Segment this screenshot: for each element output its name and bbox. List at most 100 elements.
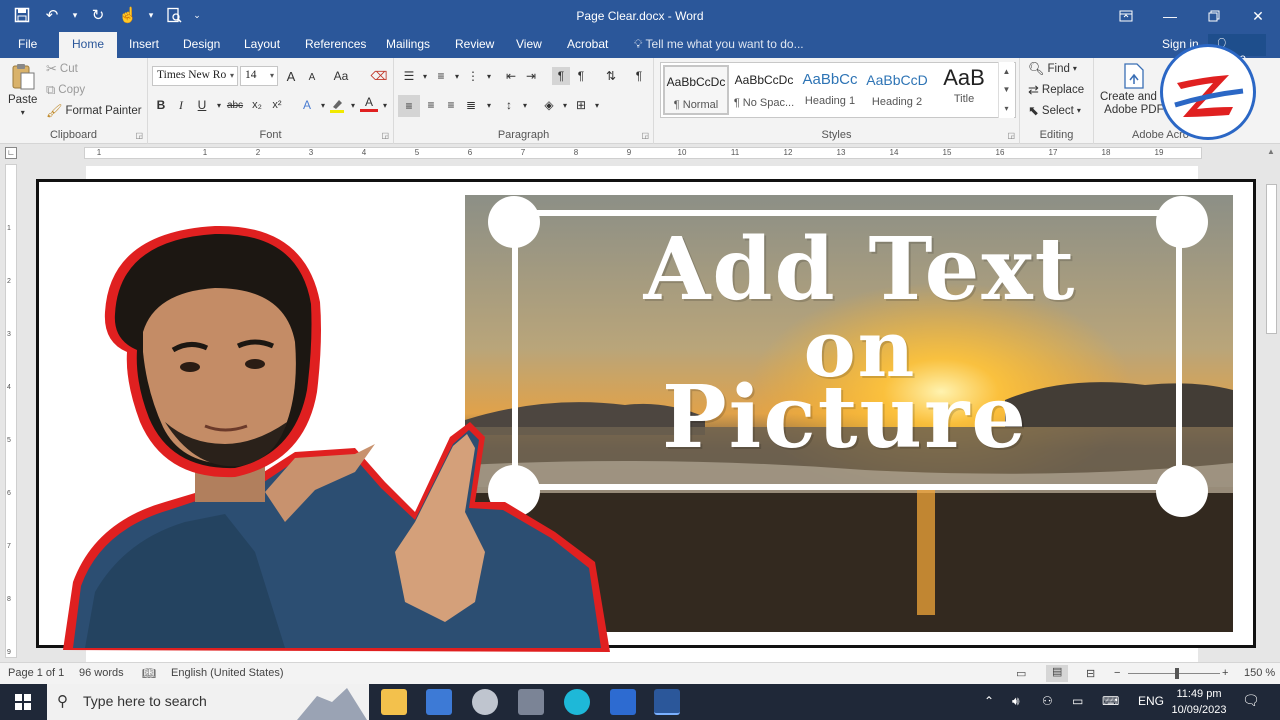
dialog-launcher-icon[interactable]: ◲ — [1007, 131, 1015, 140]
web-layout-icon[interactable]: ⊟ — [1086, 667, 1095, 680]
word-count[interactable]: 96 words — [79, 667, 124, 679]
style-no-spacing[interactable]: AaBbCcDc ¶ No Spac... — [731, 65, 797, 115]
zoom-out-button[interactable]: − — [1114, 667, 1120, 679]
show-marks-button[interactable]: ¶ — [630, 67, 648, 85]
horizontal-ruler[interactable]: 1 1 2 3 4 5 6 7 8 9 10 11 12 13 14 15 16… — [84, 147, 1202, 159]
dialog-launcher-icon[interactable]: ◲ — [135, 131, 143, 140]
dialog-launcher-icon[interactable]: ◲ — [381, 131, 389, 140]
tab-file[interactable]: File — [18, 37, 37, 51]
minimize-icon[interactable]: — — [1148, 0, 1192, 32]
language-indicator[interactable]: English (United States) — [171, 667, 284, 679]
justify-dropdown-icon[interactable]: ▾ — [480, 96, 498, 114]
proofing-icon[interactable]: 📖︎ — [142, 667, 156, 680]
select-button[interactable]: ⬉ Select ▾ — [1028, 104, 1081, 117]
tell-me-box[interactable]: 💡︎ Tell me what you want to do... — [634, 37, 804, 52]
sort-icon[interactable]: ⇅ — [602, 67, 620, 85]
tab-layout[interactable]: Layout — [244, 37, 280, 51]
tab-mailings[interactable]: Mailings — [386, 37, 430, 51]
battery-icon[interactable]: ▭ — [1072, 694, 1083, 708]
tab-references[interactable]: References — [305, 37, 366, 51]
paste-dropdown-icon[interactable]: ▾ — [21, 108, 25, 117]
clock[interactable]: 11:49 pm 10/09/2023 — [1166, 686, 1232, 718]
more-styles-icon[interactable]: ▾ — [1004, 104, 1008, 113]
tab-review[interactable]: Review — [455, 37, 494, 51]
vertical-ruler[interactable]: 1 2 3 4 5 6 7 8 9 — [5, 164, 17, 658]
ruler-number: 2 — [255, 148, 261, 157]
language-indicator[interactable]: ENG — [1138, 694, 1164, 708]
line-spacing-dropdown-icon[interactable]: ▾ — [516, 96, 534, 114]
store-icon[interactable] — [426, 689, 452, 715]
format-painter-button[interactable]: 🖌︎ Format Painter — [46, 104, 142, 117]
app-icon[interactable] — [518, 689, 544, 715]
ribbon-display-options-icon[interactable] — [1104, 0, 1148, 32]
zoom-slider-thumb[interactable] — [1175, 668, 1179, 679]
notifications-icon[interactable]: 🗨︎ — [1242, 692, 1260, 709]
increase-indent-icon[interactable]: ⇥ — [522, 67, 540, 85]
file-explorer-icon[interactable] — [381, 689, 407, 715]
underline-button[interactable]: U — [193, 96, 211, 114]
align-right-icon[interactable]: ≡ — [442, 96, 460, 114]
zoom-in-button[interactable]: + — [1222, 667, 1228, 679]
replace-button[interactable]: ⇄ Replace — [1028, 83, 1084, 96]
italic-button[interactable]: I — [172, 96, 190, 114]
style-heading-2[interactable]: AaBbCcD Heading 2 — [864, 65, 930, 115]
taskbar-search[interactable]: ⚲ Type here to search — [47, 684, 369, 720]
justify-icon[interactable]: ≣ — [462, 96, 480, 114]
tab-acrobat[interactable]: Acrobat — [567, 37, 608, 51]
word-app-icon[interactable] — [654, 689, 680, 715]
tab-design[interactable]: Design — [183, 37, 220, 51]
font-size-combo[interactable]: 14 ▾ — [240, 66, 278, 86]
tab-insert[interactable]: Insert — [129, 37, 159, 51]
zoom-level[interactable]: 150 % — [1244, 667, 1275, 679]
strikethrough-button[interactable]: abc — [224, 96, 246, 114]
volume-icon[interactable]: 🔊︎ — [1012, 694, 1020, 709]
scroll-up-icon[interactable]: ▲ — [1267, 147, 1275, 156]
create-pdf-button[interactable]: Create and S Adobe PDF — [1100, 62, 1168, 116]
zoom-slider[interactable] — [1128, 673, 1220, 674]
shrink-font-button[interactable]: A — [303, 68, 321, 86]
tab-selector-icon[interactable]: ∟ — [5, 147, 17, 159]
bold-button[interactable]: B — [152, 96, 170, 114]
chevron-down-icon[interactable]: ▼ — [1003, 85, 1011, 94]
style-normal[interactable]: AaBbCcDc ¶ Normal — [663, 65, 729, 115]
grow-font-button[interactable]: A — [282, 67, 300, 85]
scrollbar-thumb[interactable] — [1266, 184, 1277, 334]
paste-button[interactable]: Paste ▾ — [8, 62, 37, 117]
media-player-icon[interactable] — [610, 689, 636, 715]
windows-start-button[interactable] — [0, 684, 46, 720]
font-color-dropdown-icon[interactable]: ▾ — [376, 96, 394, 114]
subscript-button[interactable]: x₂ — [248, 96, 266, 114]
tray-chevron-icon[interactable]: ⌃ — [984, 694, 994, 708]
ltr-paragraph-icon[interactable]: ¶ — [552, 67, 570, 85]
styles-scroll[interactable]: ▲ ▼ ▾ — [998, 62, 1014, 118]
borders-dropdown-icon[interactable]: ▾ — [588, 96, 606, 114]
multilevel-dropdown-icon[interactable]: ▾ — [480, 67, 498, 85]
close-icon[interactable]: ✕ — [1236, 0, 1280, 32]
print-layout-icon[interactable]: ▤ — [1046, 665, 1069, 682]
dialog-launcher-icon[interactable]: ◲ — [641, 131, 649, 140]
paint-icon[interactable] — [472, 689, 498, 715]
style-title[interactable]: AaB Title — [931, 65, 997, 115]
cut-button[interactable]: ✂ Cut — [46, 62, 78, 75]
tab-home[interactable]: Home — [59, 32, 118, 58]
copy-button[interactable]: ⧉ Copy — [46, 83, 85, 96]
decrease-indent-icon[interactable]: ⇤ — [502, 67, 520, 85]
rtl-paragraph-icon[interactable]: ¶ — [572, 67, 590, 85]
keyboard-icon[interactable]: ⌨ — [1102, 694, 1119, 708]
clear-formatting-icon[interactable]: ⌫ — [370, 67, 388, 85]
vertical-scrollbar[interactable]: ▲ — [1264, 144, 1280, 662]
font-name-combo[interactable]: Times New Ro ▾ — [152, 66, 238, 86]
superscript-button[interactable]: x² — [268, 96, 286, 114]
tab-view[interactable]: View — [516, 37, 542, 51]
align-left-icon[interactable]: ≡ — [398, 95, 420, 117]
canva-icon[interactable] — [564, 689, 590, 715]
page-count[interactable]: Page 1 of 1 — [8, 667, 64, 679]
restore-icon[interactable] — [1192, 0, 1236, 32]
style-heading-1[interactable]: AaBbCc Heading 1 — [797, 65, 863, 115]
read-mode-icon[interactable]: ▭ — [1016, 667, 1026, 680]
chevron-up-icon[interactable]: ▲ — [1003, 67, 1011, 76]
network-icon[interactable]: ⚇ — [1042, 694, 1053, 708]
find-button[interactable]: 🔍︎ Find ▾ — [1028, 62, 1077, 75]
change-case-button[interactable]: Aa — [328, 67, 354, 85]
align-center-icon[interactable]: ≡ — [422, 96, 440, 114]
